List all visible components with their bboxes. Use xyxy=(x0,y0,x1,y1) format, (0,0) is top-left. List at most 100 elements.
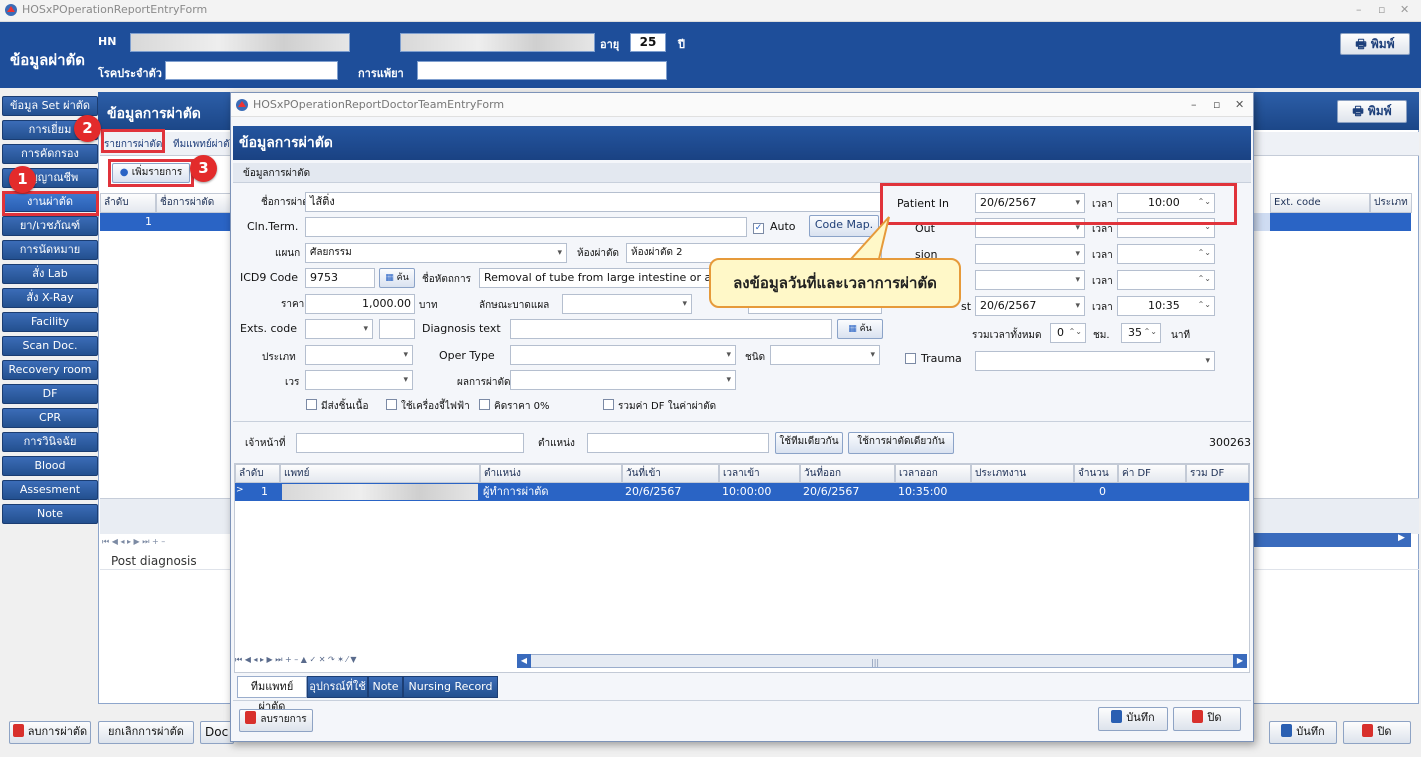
icd9-search-button[interactable]: ▦ ค้น xyxy=(379,268,415,288)
oper-type-label: Oper Type xyxy=(439,349,495,362)
cancel-operation-button[interactable]: ยกเลิกการผ่าตัด xyxy=(98,721,194,744)
cln-term-field[interactable] xyxy=(305,217,747,237)
staff-field[interactable] xyxy=(296,433,524,453)
window-titlebar: HOSxPOperationReportEntryForm xyxy=(0,0,1421,22)
dialog-tab-4[interactable]: Nursing Record xyxy=(403,676,498,698)
auto-checkbox[interactable]: ✓ xyxy=(753,220,764,234)
incision-time[interactable] xyxy=(1117,244,1215,264)
tissue-checkbox[interactable] xyxy=(306,399,317,413)
highlight-operation-list-tab xyxy=(101,129,165,153)
scroll-left-icon[interactable]: ◀ xyxy=(517,654,531,668)
header-print-button[interactable]: 🖶 พิมพ์ xyxy=(1340,33,1410,55)
dialog-maximize-icon[interactable]: ▫ xyxy=(1213,98,1220,111)
scroll-right-icon[interactable]: ▶ xyxy=(1233,654,1247,668)
window-title: HOSxPOperationReportEntryForm xyxy=(22,3,208,16)
end-date[interactable]: 20/6/2567 xyxy=(975,296,1085,316)
grid-cell-9: 0 xyxy=(1074,483,1118,501)
result-select[interactable] xyxy=(510,370,736,390)
sidebar-item-16[interactable]: Blood xyxy=(2,456,98,476)
oper-type-select[interactable] xyxy=(510,345,736,365)
grid-col-6: วันที่ออก xyxy=(800,464,895,483)
sidebar-item-8[interactable]: สั่ง Lab xyxy=(2,264,98,284)
kind-select[interactable] xyxy=(770,345,880,365)
procedure-label: ชื่อหัตถการ xyxy=(422,274,471,285)
diagnosis-text-field[interactable] xyxy=(510,319,832,339)
sidebar-item-3[interactable]: การคัดกรอง xyxy=(2,144,98,164)
dialog-minimize-icon[interactable]: – xyxy=(1191,98,1197,111)
sidebar-item-12[interactable]: Recovery room xyxy=(2,360,98,380)
dialog-titlebar: HOSxPOperationReportDoctorTeamEntryForm xyxy=(231,93,1253,117)
hn-field[interactable] xyxy=(130,33,350,52)
shift-select[interactable] xyxy=(305,370,413,390)
diagnosis-text-label: Diagnosis text xyxy=(422,322,501,335)
grid-nav-bar[interactable]: ⏮ ◀ ◂ ▸ ▶ ⏭ + – ▲ ✓ ✕ ↷ ✶ ⁄ ▼ xyxy=(235,655,515,669)
close-x-icon xyxy=(1362,724,1374,737)
sidebar-item-6[interactable]: ยา/เวชภัณฑ์ xyxy=(2,216,98,236)
end-time[interactable]: 10:35 xyxy=(1117,296,1215,316)
total-minutes[interactable]: 35 xyxy=(1121,323,1161,343)
sidebar-item-13[interactable]: DF xyxy=(2,384,98,404)
hours-unit: ชม. xyxy=(1093,330,1110,341)
total-hours[interactable]: 0 xyxy=(1050,323,1086,343)
sidebar-item-14[interactable]: CPR xyxy=(2,408,98,428)
minimize-icon[interactable]: – xyxy=(1356,3,1362,16)
trauma-checkbox[interactable] xyxy=(905,353,916,367)
dialog-save-button[interactable]: บันทึก xyxy=(1098,707,1168,731)
exts-code-field[interactable] xyxy=(379,319,415,339)
main-print-button[interactable]: 🖶 พิมพ์ xyxy=(1337,100,1407,123)
scroll-right-icon[interactable]: ▶ xyxy=(1398,533,1405,543)
type-select[interactable] xyxy=(305,345,413,365)
sidebar-item-1[interactable]: ข้อมูล Set ผ่าตัด xyxy=(2,96,98,116)
delete-item-button[interactable]: ลบรายการ xyxy=(239,709,313,732)
incision-date[interactable] xyxy=(975,244,1085,264)
maximize-icon[interactable]: ▫ xyxy=(1378,3,1385,16)
nav-bar[interactable]: ⏮ ◀ ◂ ▸ ▶ ⏭ + – xyxy=(102,537,232,547)
footer-save-button[interactable]: บันทึก xyxy=(1269,721,1337,744)
delete-operation-button[interactable]: ลบการผ่าตัด xyxy=(9,721,91,744)
diagnosis-search-button[interactable]: ▦ ค้น xyxy=(837,319,883,339)
sidebar-item-18[interactable]: Note xyxy=(2,504,98,524)
main-row-no: 1 xyxy=(100,213,156,231)
sidebar-item-17[interactable]: Assesment xyxy=(2,480,98,500)
scroll-thumb-icon[interactable]: ||| xyxy=(871,658,879,667)
zero-price-checkbox[interactable] xyxy=(479,399,490,413)
row4-time[interactable] xyxy=(1117,270,1215,290)
row4-date[interactable] xyxy=(975,270,1085,290)
horizontal-scrollbar[interactable] xyxy=(1254,533,1411,547)
disease-field[interactable] xyxy=(165,61,338,80)
allergy-field[interactable] xyxy=(417,61,667,80)
dialog-close-icon[interactable]: ✕ xyxy=(1235,98,1244,111)
age-field[interactable]: 25 xyxy=(630,33,666,52)
sidebar-item-10[interactable]: Facility xyxy=(2,312,98,332)
same-operation-button[interactable]: ใช้การผ่าตัดเดียวกัน xyxy=(848,432,954,454)
grid-cell-6: 20/6/2567 xyxy=(800,483,895,501)
doc-button[interactable]: Doc xyxy=(200,721,234,744)
dialog-tab-2[interactable]: อุปกรณ์ที่ใช้ xyxy=(307,676,368,698)
tab-doctor-team[interactable]: ทีมแพทย์ผ่าตัด xyxy=(173,137,236,152)
sidebar-item-15[interactable]: การวินิจฉัย xyxy=(2,432,98,452)
dialog-close-button[interactable]: ปิด xyxy=(1173,707,1241,731)
icd9-field[interactable]: 9753 xyxy=(305,268,375,288)
page-title: ข้อมูลผ่าตัด xyxy=(10,51,86,69)
dialog-tab-1[interactable]: ทีมแพทย์ผ่าตัด xyxy=(237,676,307,713)
price-field[interactable]: 1,000.00 xyxy=(305,294,415,314)
department-select[interactable]: ศัลยกรรม xyxy=(305,243,567,263)
exts-code-select[interactable] xyxy=(305,319,373,339)
trauma-select[interactable] xyxy=(975,351,1215,371)
position-field[interactable] xyxy=(587,433,769,453)
patient-name-field[interactable] xyxy=(400,33,595,52)
grid-horizontal-scrollbar[interactable] xyxy=(517,654,1247,668)
app-icon xyxy=(5,4,17,16)
close-icon[interactable]: ✕ xyxy=(1400,3,1409,16)
same-team-button[interactable]: ใช้ทีมเดียวกัน xyxy=(775,432,843,454)
cautery-checkbox[interactable] xyxy=(386,399,397,413)
sidebar-item-9[interactable]: สั่ง X-Ray xyxy=(2,288,98,308)
sidebar-item-7[interactable]: การนัดหมาย xyxy=(2,240,98,260)
footer-close-button[interactable]: ปิด xyxy=(1343,721,1411,744)
op-name-field[interactable]: ไส้ติ่ง xyxy=(305,192,881,212)
sidebar-item-11[interactable]: Scan Doc. xyxy=(2,336,98,356)
wound-select[interactable] xyxy=(562,294,692,314)
auto-label: Auto xyxy=(770,220,796,233)
dialog-tab-3[interactable]: Note xyxy=(368,676,403,698)
include-df-checkbox[interactable] xyxy=(603,399,614,413)
